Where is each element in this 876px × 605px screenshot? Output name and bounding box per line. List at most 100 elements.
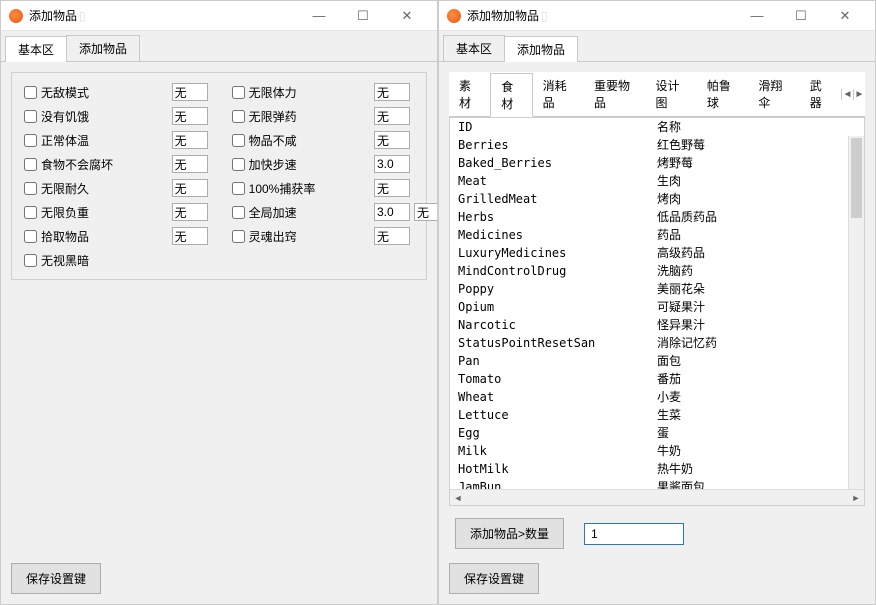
list-item[interactable]: Tomato番茄 (450, 370, 864, 388)
cheat-value-input[interactable] (172, 107, 208, 125)
cheat-value-input[interactable] (172, 131, 208, 149)
subtab-0[interactable]: 素材 (449, 73, 490, 115)
app-icon (9, 9, 23, 23)
list-item[interactable]: Lettuce生菜 (450, 406, 864, 424)
add-item-button[interactable]: 添加物品>数量 (455, 518, 564, 549)
list-item[interactable]: Berries红色野莓 (450, 136, 864, 154)
close-button[interactable]: ✕ (385, 2, 429, 30)
item-id: StatusPointResetSan (458, 335, 657, 351)
subtab-2[interactable]: 消耗品 (533, 73, 584, 115)
list-item[interactable]: Herbs低品质药品 (450, 208, 864, 226)
cheat-checkbox[interactable]: 正常体温 (24, 132, 172, 149)
cheat-value-input[interactable] (172, 179, 208, 197)
list-item[interactable]: Narcotic怪异果汁 (450, 316, 864, 334)
close-button[interactable]: ✕ (823, 2, 867, 30)
cheat-checkbox[interactable]: 灵魂出窍 (232, 228, 374, 245)
item-name: 生菜 (657, 407, 856, 423)
item-name: 药品 (657, 227, 856, 243)
cheat-checkbox[interactable]: 100%捕获率 (232, 180, 374, 197)
item-name: 蛋 (657, 425, 856, 441)
cheat-value-input[interactable] (374, 131, 410, 149)
quantity-input[interactable] (584, 523, 684, 545)
cheat-checkbox[interactable]: 无限体力 (232, 84, 374, 101)
cheat-value-input[interactable] (374, 203, 410, 221)
cheat-checkbox[interactable]: 无敌模式 (24, 84, 172, 101)
cheat-checkbox[interactable]: 食物不会腐坏 (24, 156, 172, 173)
minimize-button[interactable]: — (735, 2, 779, 30)
maximize-button[interactable]: ☐ (779, 2, 823, 30)
subtab-right-icon[interactable]: ► (853, 89, 865, 100)
item-id: Milk (458, 443, 657, 459)
scroll-left-icon[interactable]: ◄ (450, 490, 466, 506)
list-header: ID 名称 (450, 118, 864, 136)
minimize-button[interactable]: — (297, 2, 341, 30)
item-name: 生肉 (657, 173, 856, 189)
cheat-checkbox[interactable]: 全局加速 (232, 204, 374, 221)
list-item[interactable]: Milk牛奶 (450, 442, 864, 460)
cheat-checkbox[interactable]: 没有饥饿 (24, 108, 172, 125)
item-id: Medicines (458, 227, 657, 243)
horizontal-scrollbar[interactable]: ◄ ► (450, 489, 864, 505)
cheat-checkbox[interactable]: 无限弹药 (232, 108, 374, 125)
list-item[interactable]: HotMilk热牛奶 (450, 460, 864, 478)
item-name: 烤肉 (657, 191, 856, 207)
item-id: Narcotic (458, 317, 657, 333)
item-name: 怪异果汁 (657, 317, 856, 333)
vertical-scrollbar[interactable] (848, 136, 864, 489)
tab-additems[interactable]: 添加物品 (66, 35, 140, 61)
window-title: 添加物加物品 (467, 7, 539, 24)
subtab-5[interactable]: 帕鲁球 (697, 73, 748, 115)
subtab-6[interactable]: 滑翔伞 (748, 73, 799, 115)
item-id: Poppy (458, 281, 657, 297)
item-name: 热牛奶 (657, 461, 856, 477)
list-item[interactable]: MindControlDrug洗脑药 (450, 262, 864, 280)
left-content: 无敌模式 无限体力没有饥饿 无限弹药正常体温 物品不咸食物不会腐坏 加快步速无限耐久 10… (1, 62, 437, 604)
cheat-checkbox[interactable]: 无视黑暗 (24, 252, 172, 269)
cheat-value-input[interactable] (172, 83, 208, 101)
cheat-checkbox[interactable]: 无限负重 (24, 204, 172, 221)
list-item[interactable]: Medicines药品 (450, 226, 864, 244)
cheat-value-input[interactable] (374, 179, 410, 197)
item-id: Meat (458, 173, 657, 189)
tab-basic[interactable]: 基本区 (443, 35, 505, 61)
list-item[interactable]: Egg蛋 (450, 424, 864, 442)
save-settings-button[interactable]: 保存设置键 (449, 563, 539, 594)
maximize-button[interactable]: ☐ (341, 2, 385, 30)
cheat-value-input[interactable] (414, 203, 437, 221)
cheat-value-input[interactable] (374, 227, 410, 245)
list-item[interactable]: JamBun果酱面包 (450, 478, 864, 489)
cheat-checkbox[interactable]: 物品不咸 (232, 132, 374, 149)
list-item[interactable]: Wheat小麦 (450, 388, 864, 406)
list-item[interactable]: Poppy美丽花朵 (450, 280, 864, 298)
scrollbar-thumb[interactable] (851, 138, 862, 218)
list-item[interactable]: LuxuryMedicines高级药品 (450, 244, 864, 262)
subtab-3[interactable]: 重要物品 (584, 73, 646, 115)
tab-additems[interactable]: 添加物品 (504, 36, 578, 62)
list-item[interactable]: Meat生肉 (450, 172, 864, 190)
cheat-value-input[interactable] (172, 155, 208, 173)
subtab-left-icon[interactable]: ◄ (841, 89, 853, 100)
scroll-right-icon[interactable]: ► (848, 490, 864, 506)
list-item[interactable]: Baked_Berries烤野莓 (450, 154, 864, 172)
cheat-value-input[interactable] (172, 227, 208, 245)
cheat-value-input[interactable] (374, 83, 410, 101)
save-settings-button[interactable]: 保存设置键 (11, 563, 101, 594)
list-item[interactable]: GrilledMeat烤肉 (450, 190, 864, 208)
cheat-checkbox[interactable]: 无限耐久 (24, 180, 172, 197)
list-item[interactable]: Pan面包 (450, 352, 864, 370)
cheat-value-input[interactable] (172, 203, 208, 221)
cheat-checkbox[interactable]: 加快步速 (232, 156, 374, 173)
subtab-4[interactable]: 设计图 (646, 73, 697, 115)
tab-basic[interactable]: 基本区 (5, 36, 67, 62)
cheat-value-input[interactable] (374, 155, 410, 173)
list-item[interactable]: StatusPointResetSan消除记忆药 (450, 334, 864, 352)
title-ghost: ▯ (79, 9, 86, 23)
subtab-1[interactable]: 食材 (490, 73, 532, 117)
item-name: 洗脑药 (657, 263, 856, 279)
item-id: Tomato (458, 371, 657, 387)
list-item[interactable]: Opium可疑果汁 (450, 298, 864, 316)
cheat-checkbox[interactable]: 拾取物品 (24, 228, 172, 245)
cheat-value-input[interactable] (374, 107, 410, 125)
list-body[interactable]: Berries红色野莓Baked_Berries烤野莓Meat生肉Grilled… (450, 136, 864, 489)
subtab-7[interactable]: 武器 (800, 73, 841, 115)
